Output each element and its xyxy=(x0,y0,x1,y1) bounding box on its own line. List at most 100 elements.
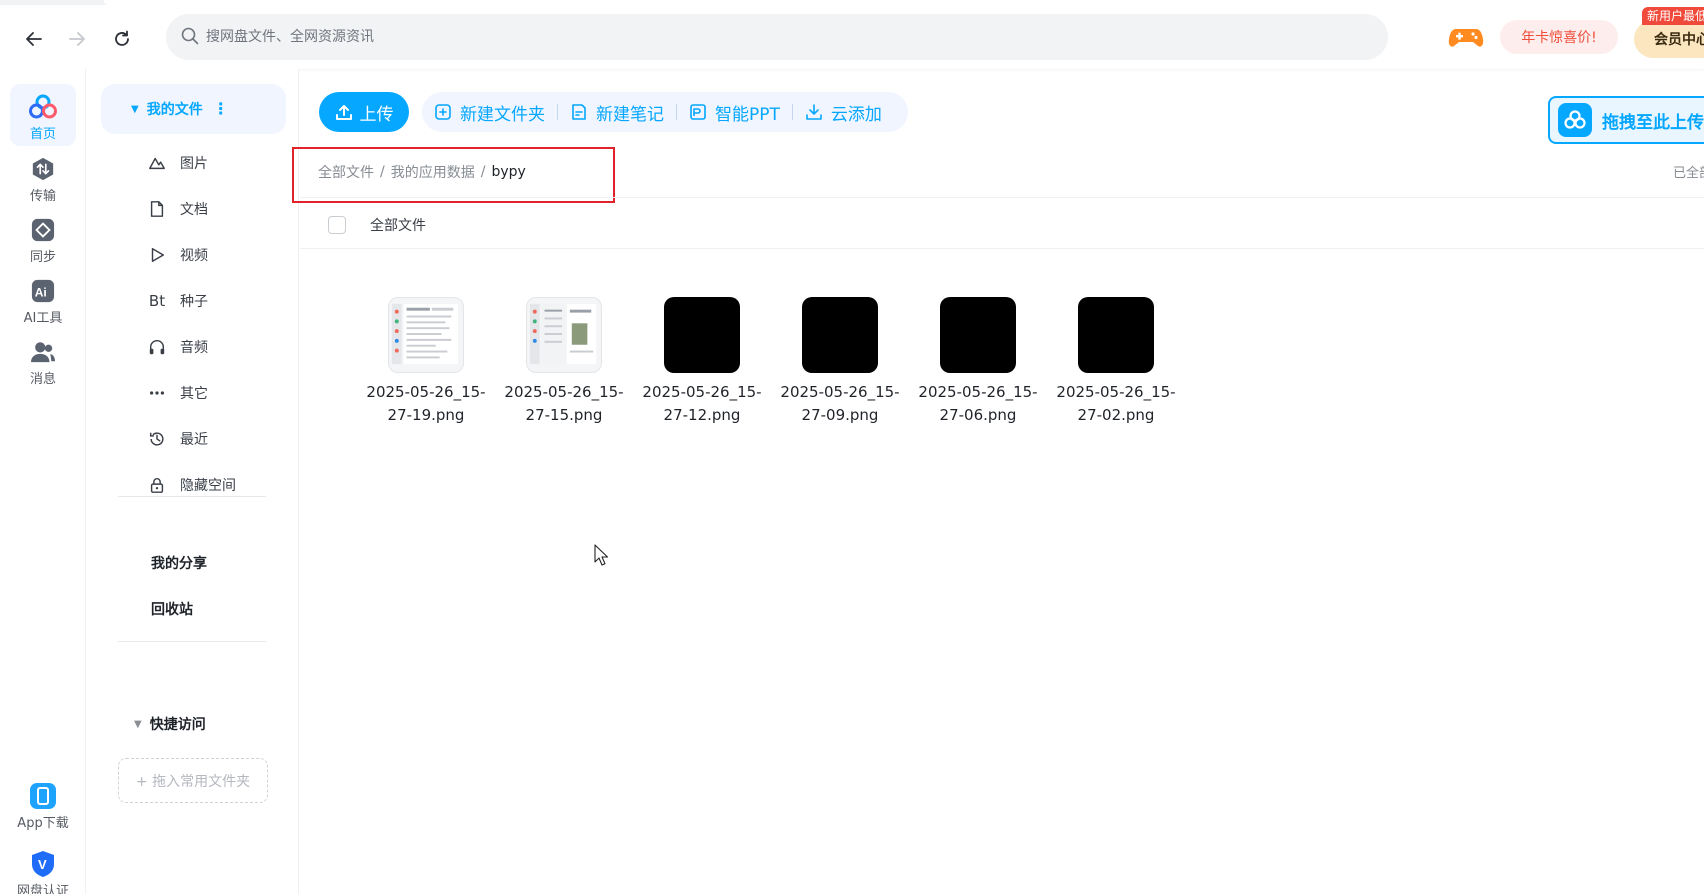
quick-access-label: 快捷访问 xyxy=(149,717,206,733)
file-thumbnail xyxy=(526,297,602,373)
category-label: 最近 xyxy=(180,432,208,448)
smart-ppt-button[interactable]: 智能PPT xyxy=(689,100,780,125)
sidebar-item-my-share[interactable]: 我的分享 xyxy=(151,548,207,578)
file-item[interactable]: 2025-05-26_15-27-06.png xyxy=(914,297,1042,427)
rail-label: 首页 xyxy=(29,127,56,142)
action-separator xyxy=(791,104,793,120)
new-note-button[interactable]: 新建笔记 xyxy=(570,100,664,125)
divider xyxy=(300,197,1704,198)
breadcrumb-separator: / xyxy=(480,164,486,180)
phone-icon xyxy=(30,783,56,809)
rail-item-messages[interactable]: 消息 xyxy=(10,329,76,391)
rail-item-transfer[interactable]: 传输 xyxy=(10,146,76,208)
search-bar[interactable] xyxy=(166,14,1388,60)
more-vertical-icon[interactable]: ⋮ xyxy=(213,101,229,117)
main-content: 上传 新建文件夹 新建笔记 智能PPT 云添加 拖拽至此上传 全部文件 / 我的… xyxy=(292,69,1704,894)
new-folder-button[interactable]: 新建文件夹 xyxy=(434,100,545,125)
cloud-add-button[interactable]: 云添加 xyxy=(805,100,882,125)
rail-label: AI工具 xyxy=(23,311,63,326)
file-name: 2025-05-26_15-27-02.png xyxy=(1056,383,1176,424)
verified-badge-icon: V xyxy=(32,851,54,877)
file-thumbnail xyxy=(802,297,878,373)
sidebar-item-my-files[interactable]: ▼ 我的文件 ⋮ xyxy=(101,84,286,134)
drag-upload-label: 拖拽至此上传 xyxy=(1602,112,1704,133)
video-icon xyxy=(146,244,168,266)
rail-item-verify[interactable]: V 网盘认证 xyxy=(10,841,76,894)
file-item[interactable]: 2025-05-26_15-27-09.png xyxy=(776,297,904,427)
headphones-icon xyxy=(146,336,168,358)
list-header-label: 全部文件 xyxy=(370,218,426,234)
category-label: 文档 xyxy=(180,202,208,218)
file-thumbnail xyxy=(388,297,464,373)
file-name: 2025-05-26_15-27-15.png xyxy=(504,383,624,424)
sidebar-item-torrents[interactable]: Bt 种子 xyxy=(146,283,286,319)
bt-icon: Bt xyxy=(148,292,166,310)
sidebar-item-hidden-space[interactable]: 隐藏空间 xyxy=(146,467,286,503)
svg-text:Ai: Ai xyxy=(35,286,47,300)
new-note-label: 新建笔记 xyxy=(596,104,664,125)
gamepad-icon[interactable] xyxy=(1448,23,1484,51)
sidebar-item-documents[interactable]: 文档 xyxy=(146,191,286,227)
drag-upload-button[interactable]: 拖拽至此上传 xyxy=(1548,96,1704,144)
quick-access-dropzone[interactable]: + 拖入常用文件夹 xyxy=(118,758,268,803)
caret-down-icon: ▼ xyxy=(134,718,142,730)
rail-item-home[interactable]: 首页 xyxy=(10,84,76,146)
sidebar-item-recent[interactable]: 最近 xyxy=(146,421,286,457)
rail-label: 消息 xyxy=(29,372,56,387)
sidebar-item-other[interactable]: 其它 xyxy=(146,375,286,411)
reload-icon xyxy=(115,30,129,46)
file-item[interactable]: 2025-05-26_15-27-19.png xyxy=(362,297,490,427)
smart-ppt-label: 智能PPT xyxy=(715,104,780,125)
users-icon xyxy=(31,342,55,363)
category-label: 音频 xyxy=(180,340,208,356)
rail-item-app-download[interactable]: App下载 xyxy=(10,773,76,835)
mouse-cursor-icon xyxy=(594,544,608,566)
sidebar-item-videos[interactable]: 视频 xyxy=(146,237,286,273)
sidebar-item-audio[interactable]: 音频 xyxy=(146,329,286,365)
file-item[interactable]: 2025-05-26_15-27-15.png xyxy=(500,297,628,427)
rail-item-sync[interactable]: 同步 xyxy=(10,207,76,269)
breadcrumb-current: bypy xyxy=(491,164,526,180)
upload-label: 上传 xyxy=(359,104,394,125)
file-thumbnail xyxy=(940,297,1016,373)
more-icon xyxy=(146,382,168,404)
breadcrumb-separator: / xyxy=(380,164,385,180)
load-status: 已全部 xyxy=(1673,166,1704,181)
reload-button[interactable] xyxy=(102,19,142,59)
forward-button[interactable] xyxy=(57,19,97,59)
category-label: 种子 xyxy=(180,294,208,310)
upload-button[interactable]: 上传 xyxy=(319,92,409,132)
file-item[interactable]: 2025-05-26_15-27-02.png xyxy=(1052,297,1180,427)
breadcrumb: 全部文件 / 我的应用数据 / bypy xyxy=(318,162,526,182)
document-icon xyxy=(146,198,168,220)
file-category-sidebar: ▼ 我的文件 ⋮ 图片 文档 视频 Bt 种子 音频 其它 最近 隐藏空间 我的… xyxy=(86,69,299,894)
breadcrumb-item[interactable]: 全部文件 xyxy=(318,162,374,182)
sidebar-item-recycle-bin[interactable]: 回收站 xyxy=(151,594,193,624)
category-label: 其它 xyxy=(180,386,208,402)
file-name: 2025-05-26_15-27-06.png xyxy=(918,383,1038,424)
search-input[interactable] xyxy=(206,14,1366,60)
category-label: 视频 xyxy=(180,248,208,264)
folder-plus-icon xyxy=(435,104,451,120)
rail-item-ai-tools[interactable]: Ai AI工具 xyxy=(10,268,76,330)
upload-icon xyxy=(335,105,352,120)
back-button[interactable] xyxy=(14,19,54,59)
file-name: 2025-05-26_15-27-12.png xyxy=(642,383,762,424)
caret-down-icon[interactable]: ▼ xyxy=(131,104,139,115)
my-files-label: 我的文件 xyxy=(146,102,203,118)
sidebar-divider xyxy=(118,641,266,642)
select-all-checkbox[interactable] xyxy=(328,216,346,234)
file-item[interactable]: 2025-05-26_15-27-12.png xyxy=(638,297,766,427)
breadcrumb-item[interactable]: 我的应用数据 xyxy=(391,162,475,182)
vip-center-button[interactable]: 会员中心 xyxy=(1634,20,1704,58)
download-icon xyxy=(806,104,822,120)
sync-icon xyxy=(31,218,55,242)
new-folder-label: 新建文件夹 xyxy=(460,104,545,125)
quick-access-header[interactable]: ▼ 快捷访问 xyxy=(134,714,206,734)
sidebar-item-images[interactable]: 图片 xyxy=(146,145,286,181)
promo-button[interactable]: 年卡惊喜价! xyxy=(1500,20,1618,54)
list-header: 全部文件 xyxy=(328,215,426,235)
baidu-cloud-logo-icon xyxy=(29,94,57,119)
primary-nav-rail: 首页 传输 同步 Ai AI工具 消息 App下载 V 网盘认证 xyxy=(0,69,86,894)
transfer-icon xyxy=(32,157,54,181)
